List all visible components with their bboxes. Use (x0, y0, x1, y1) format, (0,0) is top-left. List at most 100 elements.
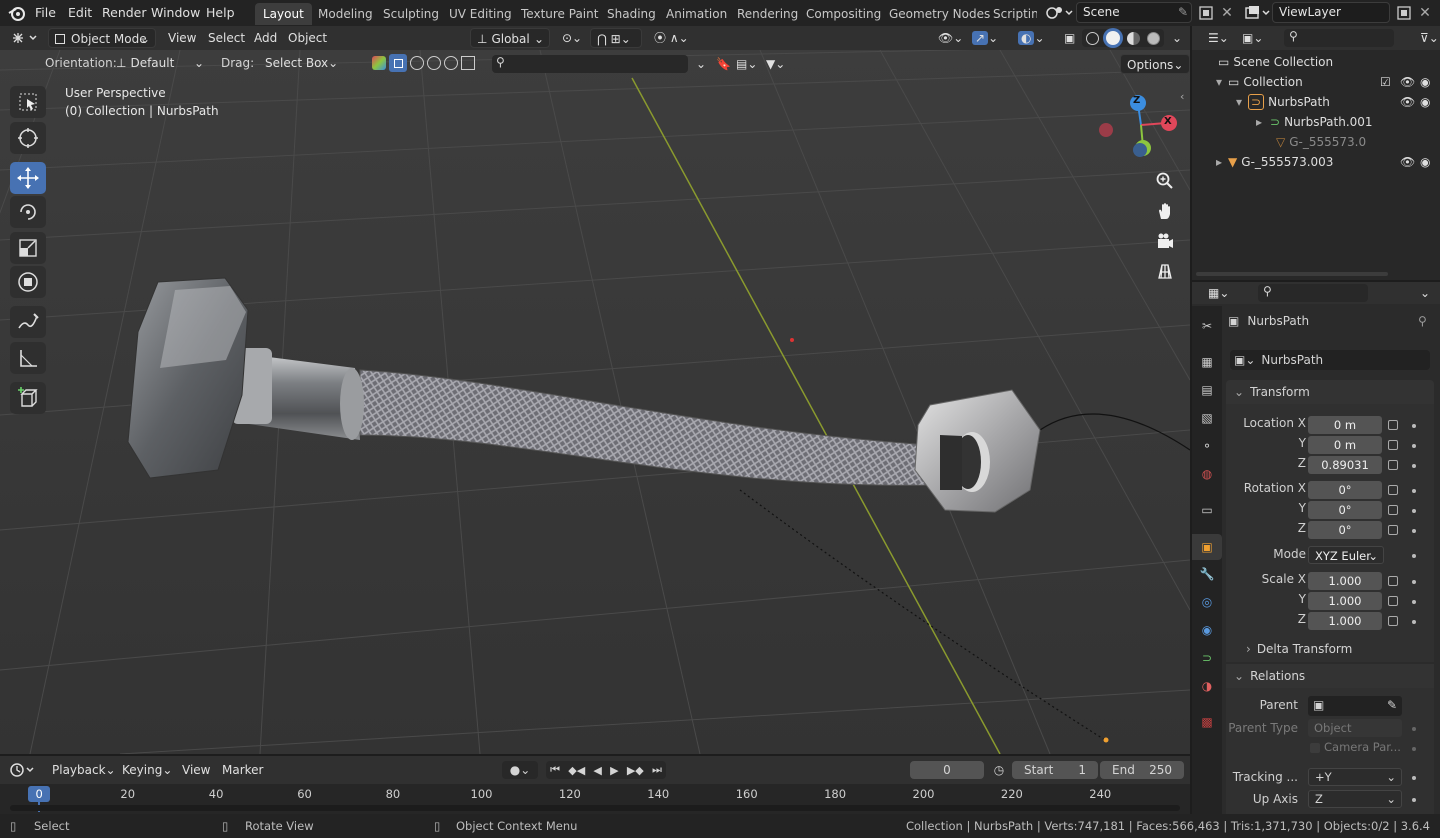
rotation-mode-dropdown[interactable]: XYZ Euler ⌄ (1308, 546, 1384, 564)
outliner-row-collection[interactable]: ▾ ▭ Collection ☑ 👁 ◉ (1216, 72, 1440, 92)
outliner-row-nurbspath[interactable]: ▾ ⊃ NurbsPath 👁 ◉ (1236, 92, 1440, 112)
tab-modeling[interactable]: Modeling (310, 3, 381, 25)
menu-edit[interactable]: Edit (62, 3, 98, 23)
pin-icon[interactable]: ⚲ (1418, 314, 1427, 328)
keyframe-dot-icon[interactable] (1412, 747, 1416, 751)
up-axis-dropdown[interactable]: Z ⌄ (1308, 790, 1402, 808)
lock-icon[interactable] (1388, 420, 1398, 430)
expand-arrow-icon[interactable]: ▸ (1256, 115, 1262, 129)
viewport-search-input[interactable]: ⚲ (492, 55, 688, 73)
pin-icon[interactable]: ✎ (1176, 5, 1190, 19)
tab-texture-paint[interactable]: Texture Paint (513, 3, 606, 25)
editor-type-icon[interactable] (8, 28, 44, 48)
rotation-y-field[interactable]: 0° (1308, 501, 1382, 519)
camera-icon[interactable]: ◉ (1420, 92, 1430, 112)
gizmo-toggle-icon[interactable]: ↗ ⌄ (966, 28, 1004, 48)
view-layer-field[interactable]: ViewLayer (1272, 2, 1390, 23)
snap-toggle-icon[interactable]: ⋂ ⊞⌄ (590, 28, 642, 48)
3d-viewport[interactable]: User Perspective (0) Collection | NurbsP… (0, 50, 1190, 754)
delta-transform-subpanel[interactable]: › Delta Transform (1246, 642, 1352, 656)
scale-y-field[interactable]: 1.000 (1308, 592, 1382, 610)
transform-panel-header[interactable]: ⌄ Transform (1226, 380, 1434, 404)
jump-start-icon[interactable]: ⏮ (550, 763, 560, 777)
play-reverse-icon[interactable]: ◀ (593, 764, 601, 777)
outliner-row-scene-collection[interactable]: ▭ Scene Collection (1218, 52, 1333, 72)
collection-view-icon[interactable]: ▤⌄ (730, 54, 763, 74)
annotate-tool[interactable] (10, 306, 46, 338)
cursor-tool[interactable] (10, 122, 46, 154)
collection-tab-icon[interactable]: ▭ (1197, 500, 1217, 520)
xray-toggle-icon[interactable]: ▣ (1058, 28, 1081, 48)
tool-tab-icon[interactable]: ✂ (1197, 316, 1217, 336)
lock-icon[interactable] (1388, 460, 1398, 470)
stopwatch-icon[interactable]: ◷ (990, 761, 1008, 779)
object-type-visibility-icon[interactable] (372, 56, 386, 70)
drag-dropdown[interactable]: Select Box⌄ (259, 53, 344, 73)
menu-help[interactable]: Help (200, 3, 241, 23)
menu-timeline-view[interactable]: View (176, 760, 216, 780)
tab-shading[interactable]: Shading (599, 3, 664, 25)
menu-marker[interactable]: Marker (216, 760, 269, 780)
start-frame-field[interactable]: Start 1 (1012, 761, 1098, 779)
rotation-z-field[interactable]: 0° (1308, 521, 1382, 539)
options-dropdown[interactable]: Options⌄ (1120, 54, 1191, 74)
location-y-field[interactable]: 0 m (1308, 436, 1382, 454)
keyframe-dot-icon[interactable] (1412, 727, 1416, 731)
jump-end-icon[interactable]: ⏭ (652, 763, 662, 777)
mode-selector[interactable]: Object Mode ⌄ (48, 28, 156, 48)
tab-uv-editing[interactable]: UV Editing (441, 3, 520, 25)
navigation-gizmo[interactable]: Z X Y (1096, 92, 1180, 164)
menu-window[interactable]: Window (145, 3, 206, 23)
pivot-point-icon[interactable]: ⊙⌄ (556, 28, 588, 48)
keyframe-dot-icon[interactable] (1412, 580, 1416, 584)
location-z-field[interactable]: 0.89031 (1308, 456, 1382, 474)
funnel-filter-icon[interactable]: ▼⌄ (760, 54, 791, 74)
play-icon[interactable]: ▶ (610, 764, 618, 777)
expand-arrow-icon[interactable]: ▾ (1216, 75, 1222, 89)
scale-tool[interactable] (10, 232, 46, 264)
view-layer-tab-icon[interactable]: ▧ (1197, 408, 1217, 428)
object-tab-active[interactable]: ▣ (1192, 534, 1222, 560)
select-invert-icon[interactable] (444, 56, 458, 70)
outliner-editor-icon[interactable]: ☰⌄ (1202, 28, 1235, 48)
transform-tool[interactable] (10, 266, 46, 298)
menu-object[interactable]: Object (282, 28, 333, 48)
next-keyframe-icon[interactable]: ▶◆ (627, 764, 644, 777)
relations-panel-header[interactable]: ⌄ Relations (1226, 664, 1434, 688)
select-extend-icon[interactable] (410, 56, 424, 70)
menu-file[interactable]: File (29, 3, 62, 23)
outliner-search-input[interactable]: ⚲ (1284, 29, 1394, 47)
lock-icon[interactable] (1388, 576, 1398, 586)
select-intersect-icon[interactable] (461, 56, 475, 70)
lock-icon[interactable] (1388, 505, 1398, 515)
expand-arrow-icon[interactable]: ▾ (1236, 95, 1242, 109)
ortho-grid-icon[interactable] (1152, 258, 1178, 284)
sidebar-toggle-icon[interactable]: ‹ (1180, 90, 1184, 103)
keyframe-dot-icon[interactable] (1412, 464, 1416, 468)
scene-selector-icon[interactable] (1044, 3, 1076, 23)
camera-icon[interactable]: ◉ (1420, 152, 1430, 172)
delete-scene-icon[interactable]: ✕ (1218, 3, 1236, 23)
select-subtract-icon[interactable] (427, 56, 441, 70)
filter-options-icon[interactable]: ⌄ (690, 54, 712, 74)
properties-editor-icon[interactable]: ▦⌄ (1202, 283, 1235, 303)
tab-rendering[interactable]: Rendering (729, 3, 806, 25)
measure-tool[interactable] (10, 342, 46, 374)
keyframe-dot-icon[interactable] (1412, 620, 1416, 624)
timeline-ruler[interactable]: 0 20 40 60 80 100 120 140 160 180 200 220 240 (0, 784, 1190, 814)
delete-view-layer-icon[interactable]: ✕ (1416, 3, 1434, 23)
pan-hand-icon[interactable] (1152, 198, 1178, 224)
add-cube-tool[interactable] (10, 382, 46, 414)
eye-icon[interactable]: 👁 (1400, 72, 1415, 92)
tab-geometry-nodes[interactable]: Geometry Nodes (881, 3, 998, 25)
render-tab-icon[interactable]: ▦ (1197, 352, 1217, 372)
rotate-tool[interactable] (10, 196, 46, 228)
tab-scripting[interactable]: Scripting (985, 3, 1037, 25)
parent-type-dropdown[interactable]: Object (1308, 719, 1402, 737)
tab-animation[interactable]: Animation (658, 3, 735, 25)
world-tab-icon[interactable]: ◍ (1197, 464, 1217, 484)
outliner-row-nurbspath-001[interactable]: ▸ ⊃ NurbsPath.001 (1256, 112, 1373, 132)
zoom-icon[interactable] (1152, 168, 1178, 194)
expand-arrow-icon[interactable]: ▸ (1216, 155, 1222, 169)
tab-layout[interactable]: Layout (255, 3, 312, 25)
